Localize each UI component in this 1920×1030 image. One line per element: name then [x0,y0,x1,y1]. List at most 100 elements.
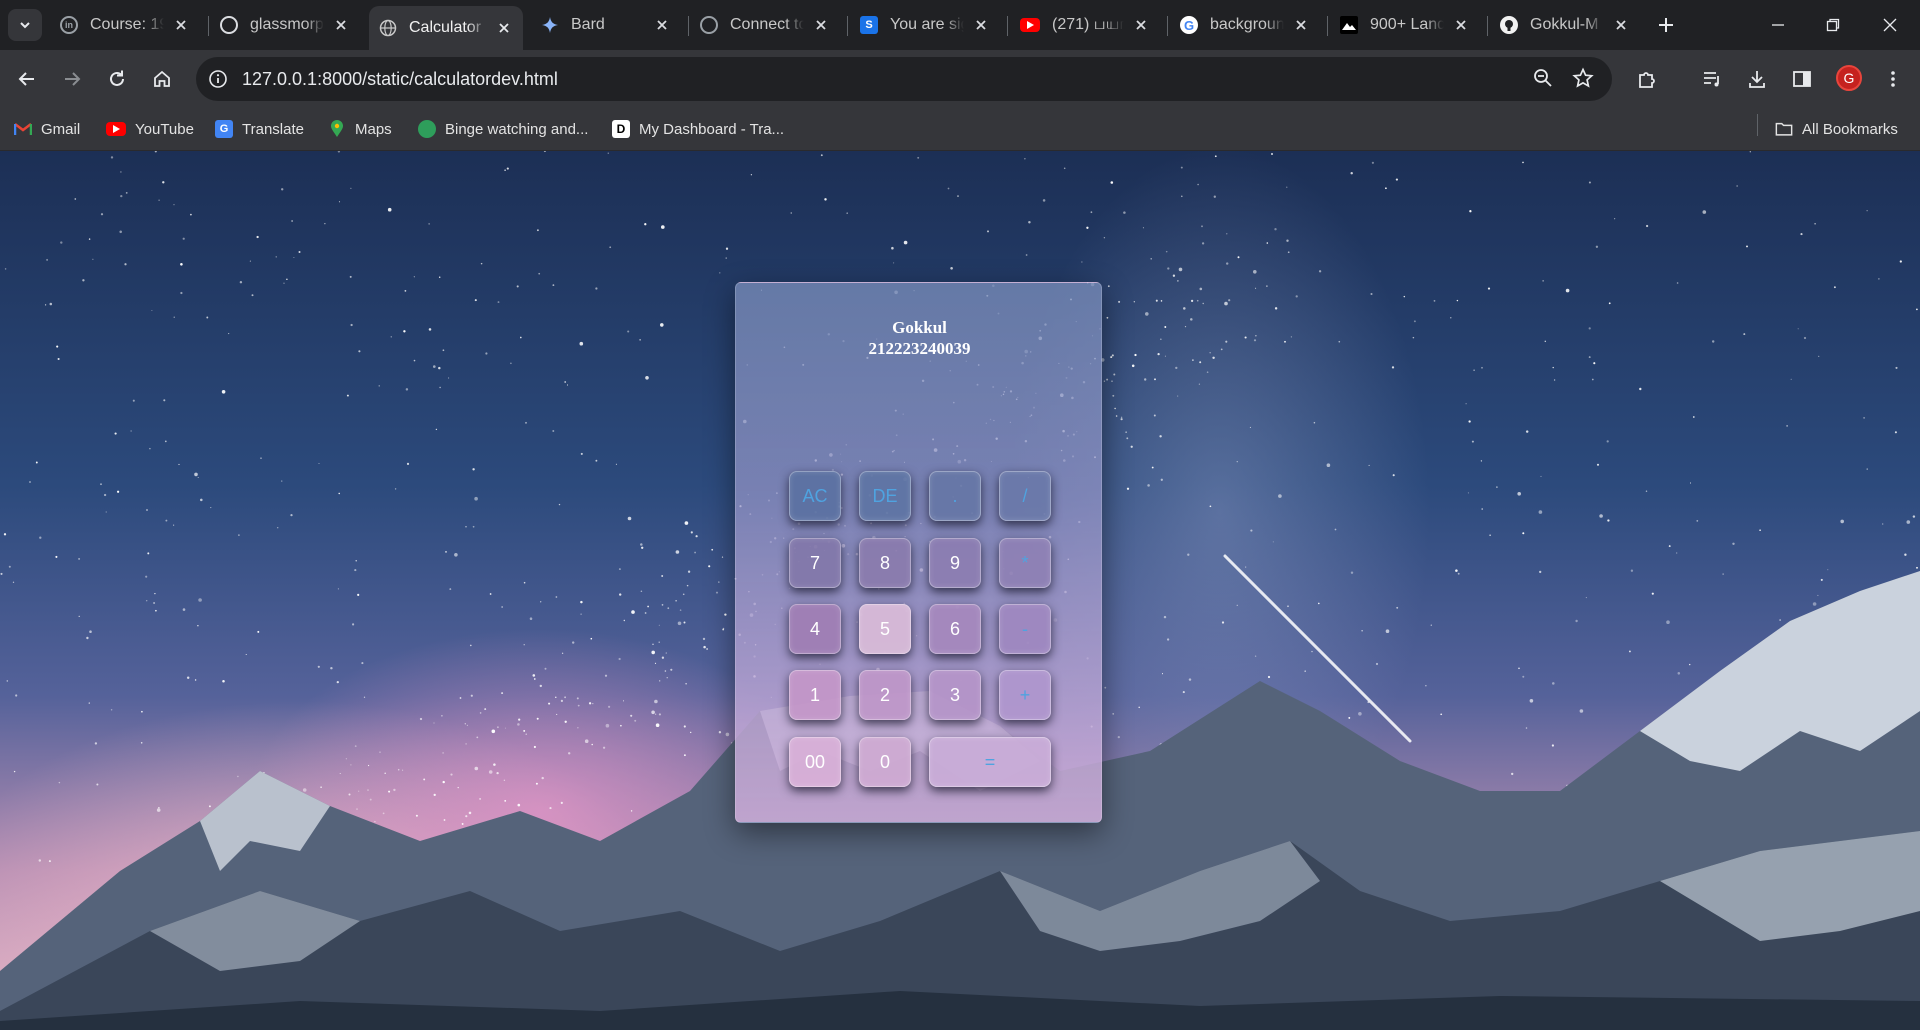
close-icon[interactable] [1452,16,1470,34]
tab-glassmorph[interactable]: glassmorph [210,8,360,42]
home-button[interactable] [145,62,179,96]
landscape-icon [1340,16,1358,34]
forward-button[interactable] [55,62,89,96]
five-button[interactable]: 5 [859,604,911,654]
reload-button[interactable] [100,62,134,96]
tab-title: Course: 19 [90,16,164,33]
eight-button[interactable]: 8 [859,538,911,588]
tab-separator [688,16,689,36]
bookmark-maps[interactable]: Maps [328,117,392,141]
new-tab-button[interactable] [1653,12,1679,38]
back-arrow-icon [18,72,34,86]
downloads-button[interactable] [1740,62,1774,96]
github-icon [1500,16,1518,34]
page-content: Gokkul 212223240039 AC DE . / 7 8 9 * 4 … [0,151,1920,1030]
tab-title: You are sig [890,16,964,33]
plus-button[interactable]: + [999,670,1051,720]
three-button[interactable]: 3 [929,670,981,720]
zero-button[interactable]: 0 [859,737,911,787]
multiply-button[interactable]: * [999,538,1051,588]
all-bookmarks[interactable]: All Bookmarks [1775,117,1898,141]
close-icon[interactable] [812,16,830,34]
nine-button[interactable]: 9 [929,538,981,588]
bookmark-translate[interactable]: G Translate [215,117,304,141]
gmail-icon [14,120,32,138]
tab-title: 900+ Land [1370,16,1444,33]
tab-title: Connect to [730,16,804,33]
tab-search-button[interactable] [8,9,42,41]
calculator-header: Gokkul 212223240039 [736,317,1103,359]
tab-github[interactable]: Gokkul-M [1490,8,1640,42]
two-button[interactable]: 2 [859,670,911,720]
extensions-button[interactable] [1630,62,1664,96]
close-icon[interactable] [332,16,350,34]
glassmorph-icon [220,16,238,34]
media-controls-button[interactable] [1695,62,1729,96]
maps-pin-icon [328,120,346,138]
tab-calculator[interactable]: Calculator [369,6,523,50]
youtube-icon [106,122,126,136]
folder-icon [1775,120,1793,138]
tab-youtube[interactable]: (271) பயா [1010,8,1160,42]
minimize-button[interactable] [1758,8,1798,42]
home-icon [154,70,170,87]
close-icon[interactable] [653,16,671,34]
profile-avatar[interactable]: G [1836,65,1862,91]
double-zero-button[interactable]: 00 [789,737,841,787]
bookmark-binge[interactable]: Binge watching and... [418,117,588,141]
tab-connect[interactable]: Connect to [690,8,840,42]
divide-button[interactable]: / [999,471,1051,521]
close-icon[interactable] [1612,16,1630,34]
tab-title: Calculator [409,19,482,36]
tab-separator [1007,16,1008,36]
four-button[interactable]: 4 [789,604,841,654]
menu-button[interactable] [1876,62,1910,96]
all-clear-button[interactable]: AC [789,471,841,521]
tab-separator [1167,16,1168,36]
reload-icon [110,70,124,86]
tab-separator [847,16,848,36]
tab-background[interactable]: G backgroun [1170,8,1320,42]
bookmark-gmail[interactable]: Gmail [14,117,80,141]
minimize-icon [1772,24,1784,26]
tab-landscape[interactable]: 900+ Land [1330,8,1480,42]
delete-button[interactable]: DE [859,471,911,521]
zoom-icon[interactable] [1532,67,1556,91]
side-panel-icon [1793,71,1811,87]
url-text: 127.0.0.1:8000/static/calculatordev.html [242,69,558,89]
bookmark-dashboard[interactable]: D My Dashboard - Tra... [612,117,784,141]
equals-button[interactable]: = [929,737,1051,787]
tab-course[interactable]: in Course: 19 [50,8,200,42]
s-icon: S [860,16,878,34]
youtube-icon [1020,18,1040,32]
tab-separator [1327,16,1328,36]
translate-icon: G [215,120,233,138]
close-icon[interactable] [1292,16,1310,34]
bookmark-star-icon[interactable] [1572,67,1596,91]
tab-title: glassmorph [250,16,324,33]
decimal-button[interactable]: . [929,471,981,521]
back-button[interactable] [10,62,44,96]
bookmark-youtube[interactable]: YouTube [106,117,194,141]
one-button[interactable]: 1 [789,670,841,720]
window-close-button[interactable] [1870,8,1910,42]
seven-button[interactable]: 7 [789,538,841,588]
tab-signin[interactable]: S You are sig [850,8,1000,42]
bookmarks-separator [1757,114,1758,136]
site-info-icon[interactable] [206,67,230,91]
dashboard-icon: D [612,120,630,138]
globe-icon [379,19,397,37]
minus-button[interactable]: - [999,604,1051,654]
connect-icon [700,16,718,34]
close-icon[interactable] [172,16,190,34]
close-icon[interactable] [1132,16,1150,34]
six-button[interactable]: 6 [929,604,981,654]
close-icon[interactable] [495,19,513,37]
side-panel-button[interactable] [1785,62,1819,96]
address-bar[interactable]: 127.0.0.1:8000/static/calculatordev.html [196,57,1612,101]
puzzle-icon [1639,72,1655,88]
restore-button[interactable] [1813,8,1853,42]
close-icon[interactable] [972,16,990,34]
tab-bard[interactable]: Bard [531,8,681,42]
tab-separator [1487,16,1488,36]
